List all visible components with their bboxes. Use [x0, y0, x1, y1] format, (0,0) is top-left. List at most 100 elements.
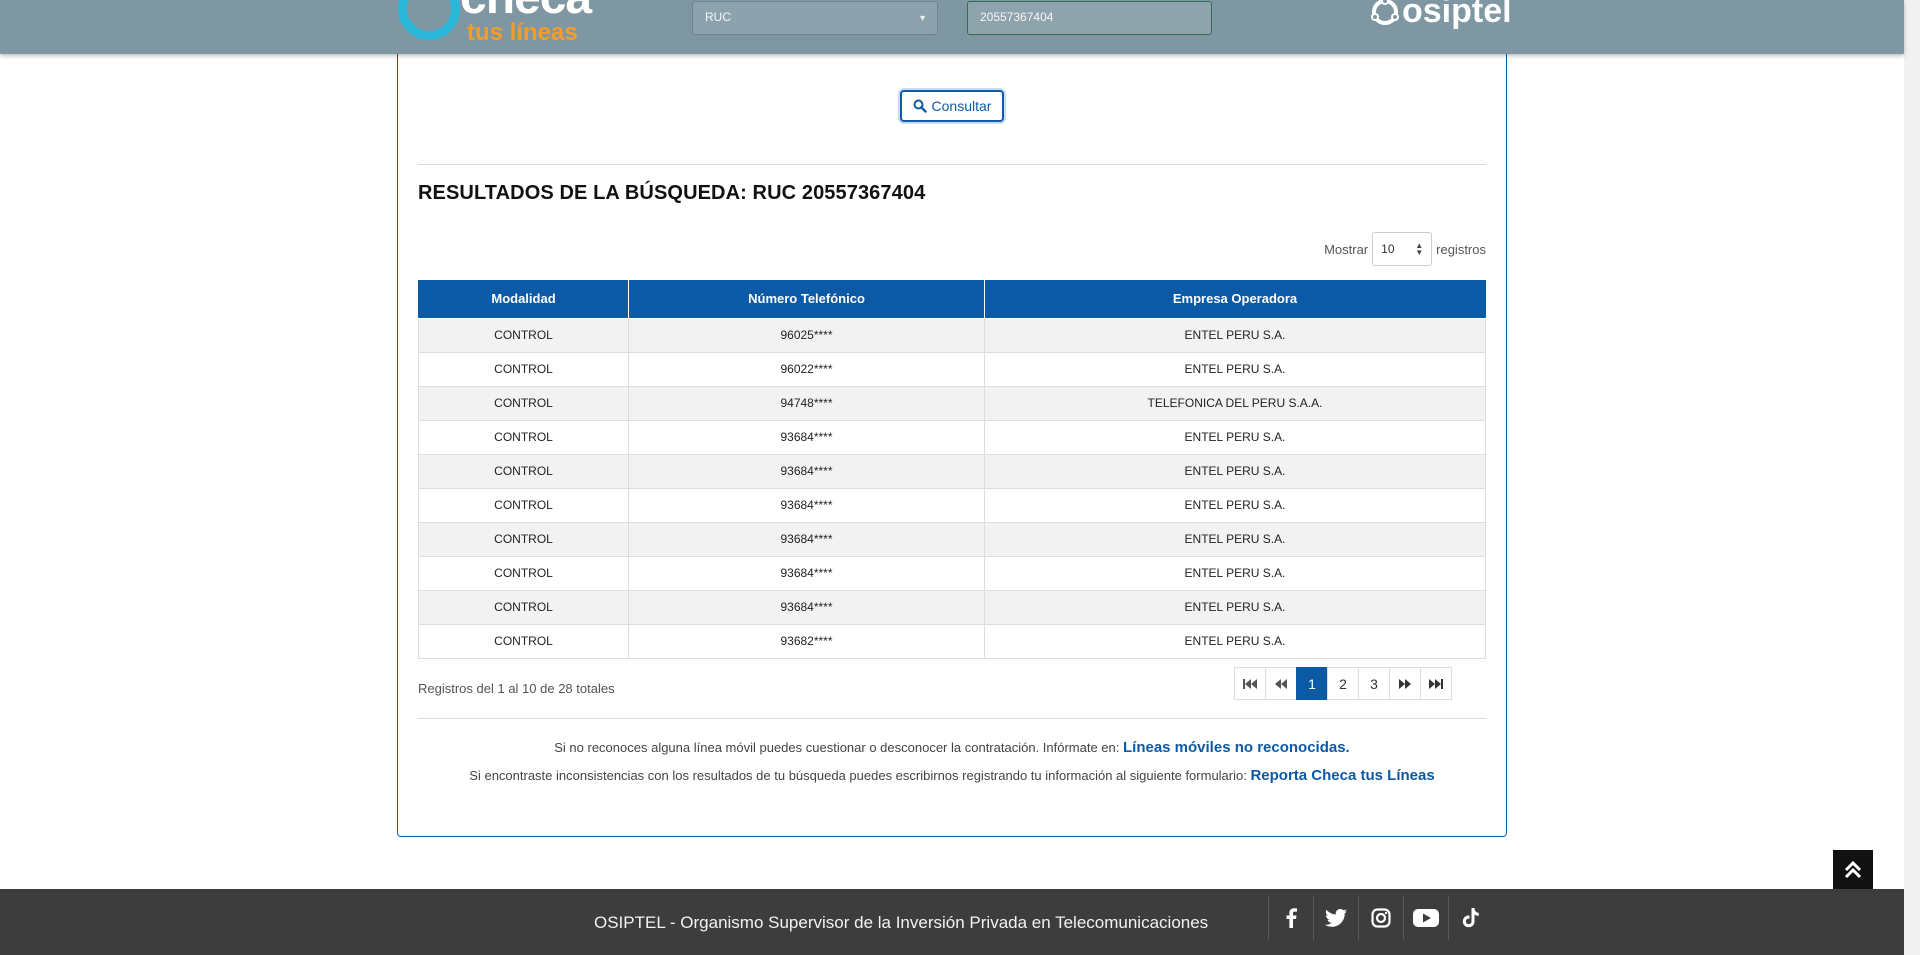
rewind-icon — [1275, 678, 1287, 689]
empresa-cell: ENTEL PERU S.A. — [984, 623, 1486, 659]
empresa-cell: ENTEL PERU S.A. — [984, 555, 1486, 591]
twitter-icon[interactable] — [1313, 896, 1358, 940]
pagination: 1 2 3 — [1234, 667, 1452, 700]
numero-cell: 93684**** — [628, 419, 985, 455]
site-footer: OSIPTEL - Organismo Supervisor de la Inv… — [0, 889, 1904, 955]
note-text: Si no reconoces alguna línea móvil puede… — [554, 740, 1123, 755]
tiktok-icon[interactable] — [1448, 896, 1493, 940]
numero-cell: 93684**** — [628, 487, 985, 523]
note-text: Si encontraste inconsistencias con los r… — [469, 768, 1251, 783]
table-row: CONTROL 96022**** ENTEL PERU S.A. — [418, 351, 1486, 387]
footer-text: OSIPTEL - Organismo Supervisor de la Inv… — [594, 913, 1209, 932]
table-row: CONTROL 93684**** ENTEL PERU S.A. — [418, 521, 1486, 557]
table-row: CONTROL 93684**** ENTEL PERU S.A. — [418, 487, 1486, 523]
page-button-1[interactable]: 1 — [1296, 667, 1328, 700]
table-row: CONTROL 93684**** ENTEL PERU S.A. — [418, 453, 1486, 489]
previous-page-button[interactable] — [1265, 667, 1297, 700]
empresa-cell: ENTEL PERU S.A. — [984, 487, 1486, 523]
numero-cell: 96022**** — [628, 351, 985, 387]
skip-to-start-icon — [1243, 678, 1257, 689]
table-row: CONTROL 93684**** ENTEL PERU S.A. — [418, 419, 1486, 455]
results-table: Modalidad Número Telefónico Empresa Oper… — [418, 280, 1486, 659]
column-header[interactable]: Número Telefónico — [628, 280, 985, 319]
divider — [418, 718, 1486, 719]
empresa-cell: ENTEL PERU S.A. — [984, 589, 1486, 625]
numero-cell: 96025**** — [628, 317, 985, 353]
numero-cell: 94748**** — [628, 385, 985, 421]
logo-main-text: checa — [460, 0, 592, 22]
numero-cell: 93682**** — [628, 623, 985, 659]
modalidad-cell: CONTROL — [418, 589, 629, 625]
report-link[interactable]: Reporta Checa tus Líneas — [1250, 767, 1434, 784]
page-length-control: Mostrar 10 ▲ ▼ registros — [1324, 232, 1486, 266]
modalidad-cell: CONTROL — [418, 385, 629, 421]
fast-forward-icon — [1399, 678, 1411, 689]
unrecognized-lines-link[interactable]: Líneas móviles no reconocidas. — [1123, 739, 1350, 756]
modalidad-cell: CONTROL — [418, 317, 629, 353]
document-type-value: RUC — [705, 10, 731, 24]
document-number-input[interactable]: 20557367404 — [967, 1, 1212, 35]
double-chevron-up-icon — [1844, 860, 1862, 879]
page-button-2[interactable]: 2 — [1327, 667, 1359, 700]
sort-updown-icon: ▲ ▼ — [1415, 241, 1424, 257]
table-row: CONTROL 94748**** TELEFONICA DEL PERU S.… — [418, 385, 1486, 421]
empresa-cell: ENTEL PERU S.A. — [984, 419, 1486, 455]
first-page-button[interactable] — [1234, 667, 1266, 700]
osiptel-emblem-icon — [1371, 0, 1399, 25]
youtube-icon[interactable] — [1403, 896, 1448, 940]
location-pin-icon — [398, 0, 460, 40]
document-type-select[interactable]: RUC ▼ — [692, 1, 938, 35]
numero-cell: 93684**** — [628, 521, 985, 557]
consultar-label: Consultar — [931, 98, 992, 114]
numero-cell: 93684**** — [628, 589, 985, 625]
page-button-3[interactable]: 3 — [1358, 667, 1390, 700]
numero-cell: 93684**** — [628, 555, 985, 591]
osiptel-logo[interactable]: osiptel — [1370, 0, 1512, 31]
vertical-scrollbar[interactable] — [1904, 0, 1920, 955]
search-icon — [913, 99, 927, 113]
logo-sub-text: tus líneas — [467, 19, 578, 46]
table-header-row: Modalidad Número Telefónico Empresa Oper… — [418, 280, 1486, 319]
column-header[interactable]: Empresa Operadora — [984, 280, 1486, 319]
table-row: CONTROL 93684**** ENTEL PERU S.A. — [418, 555, 1486, 591]
modalidad-cell: CONTROL — [418, 351, 629, 387]
next-page-button[interactable] — [1389, 667, 1421, 700]
site-header: checa tus líneas RUC ▼ 20557367404 osipt… — [0, 0, 1904, 54]
table-row: CONTROL 93684**** ENTEL PERU S.A. — [418, 589, 1486, 625]
modalidad-cell: CONTROL — [418, 623, 629, 659]
modalidad-cell: CONTROL — [418, 555, 629, 591]
page-length-select[interactable]: 10 ▲ ▼ — [1372, 232, 1433, 266]
checa-logo[interactable]: checa tus líneas — [398, 0, 628, 54]
modalidad-cell: CONTROL — [418, 521, 629, 557]
consultar-button[interactable]: Consultar — [900, 90, 1004, 122]
modalidad-cell: CONTROL — [418, 487, 629, 523]
instagram-icon[interactable] — [1358, 896, 1403, 940]
back-to-top-button[interactable] — [1833, 850, 1873, 890]
records-summary: Registros del 1 al 10 de 28 totales — [418, 681, 615, 696]
page-length-value: 10 — [1381, 242, 1395, 256]
table-row: CONTROL 96025**** ENTEL PERU S.A. — [418, 317, 1486, 353]
modalidad-cell: CONTROL — [418, 419, 629, 455]
empresa-cell: TELEFONICA DEL PERU S.A.A. — [984, 385, 1486, 421]
empresa-cell: ENTEL PERU S.A. — [984, 453, 1486, 489]
divider — [418, 164, 1486, 165]
osiptel-brand-text: osiptel — [1402, 0, 1512, 30]
social-links — [1268, 896, 1493, 940]
unrecognized-lines-note: Si no reconoces alguna línea móvil puede… — [397, 739, 1507, 756]
empresa-cell: ENTEL PERU S.A. — [984, 317, 1486, 353]
last-page-button[interactable] — [1420, 667, 1452, 700]
document-number-value: 20557367404 — [980, 10, 1054, 24]
chevron-down-icon: ▼ — [918, 13, 927, 23]
skip-to-end-icon — [1429, 678, 1443, 689]
empresa-cell: ENTEL PERU S.A. — [984, 351, 1486, 387]
table-row: CONTROL 93682**** ENTEL PERU S.A. — [418, 623, 1486, 659]
show-label: Mostrar — [1324, 241, 1369, 257]
numero-cell: 93684**** — [628, 453, 985, 489]
facebook-icon[interactable] — [1268, 896, 1313, 940]
results-title: RESULTADOS DE LA BÚSQUEDA: RUC 205573674… — [418, 182, 926, 204]
registros-label: registros — [1436, 241, 1486, 257]
modalidad-cell: CONTROL — [418, 453, 629, 489]
column-header[interactable]: Modalidad — [418, 280, 629, 319]
empresa-cell: ENTEL PERU S.A. — [984, 521, 1486, 557]
report-note: Si encontraste inconsistencias con los r… — [397, 767, 1507, 784]
